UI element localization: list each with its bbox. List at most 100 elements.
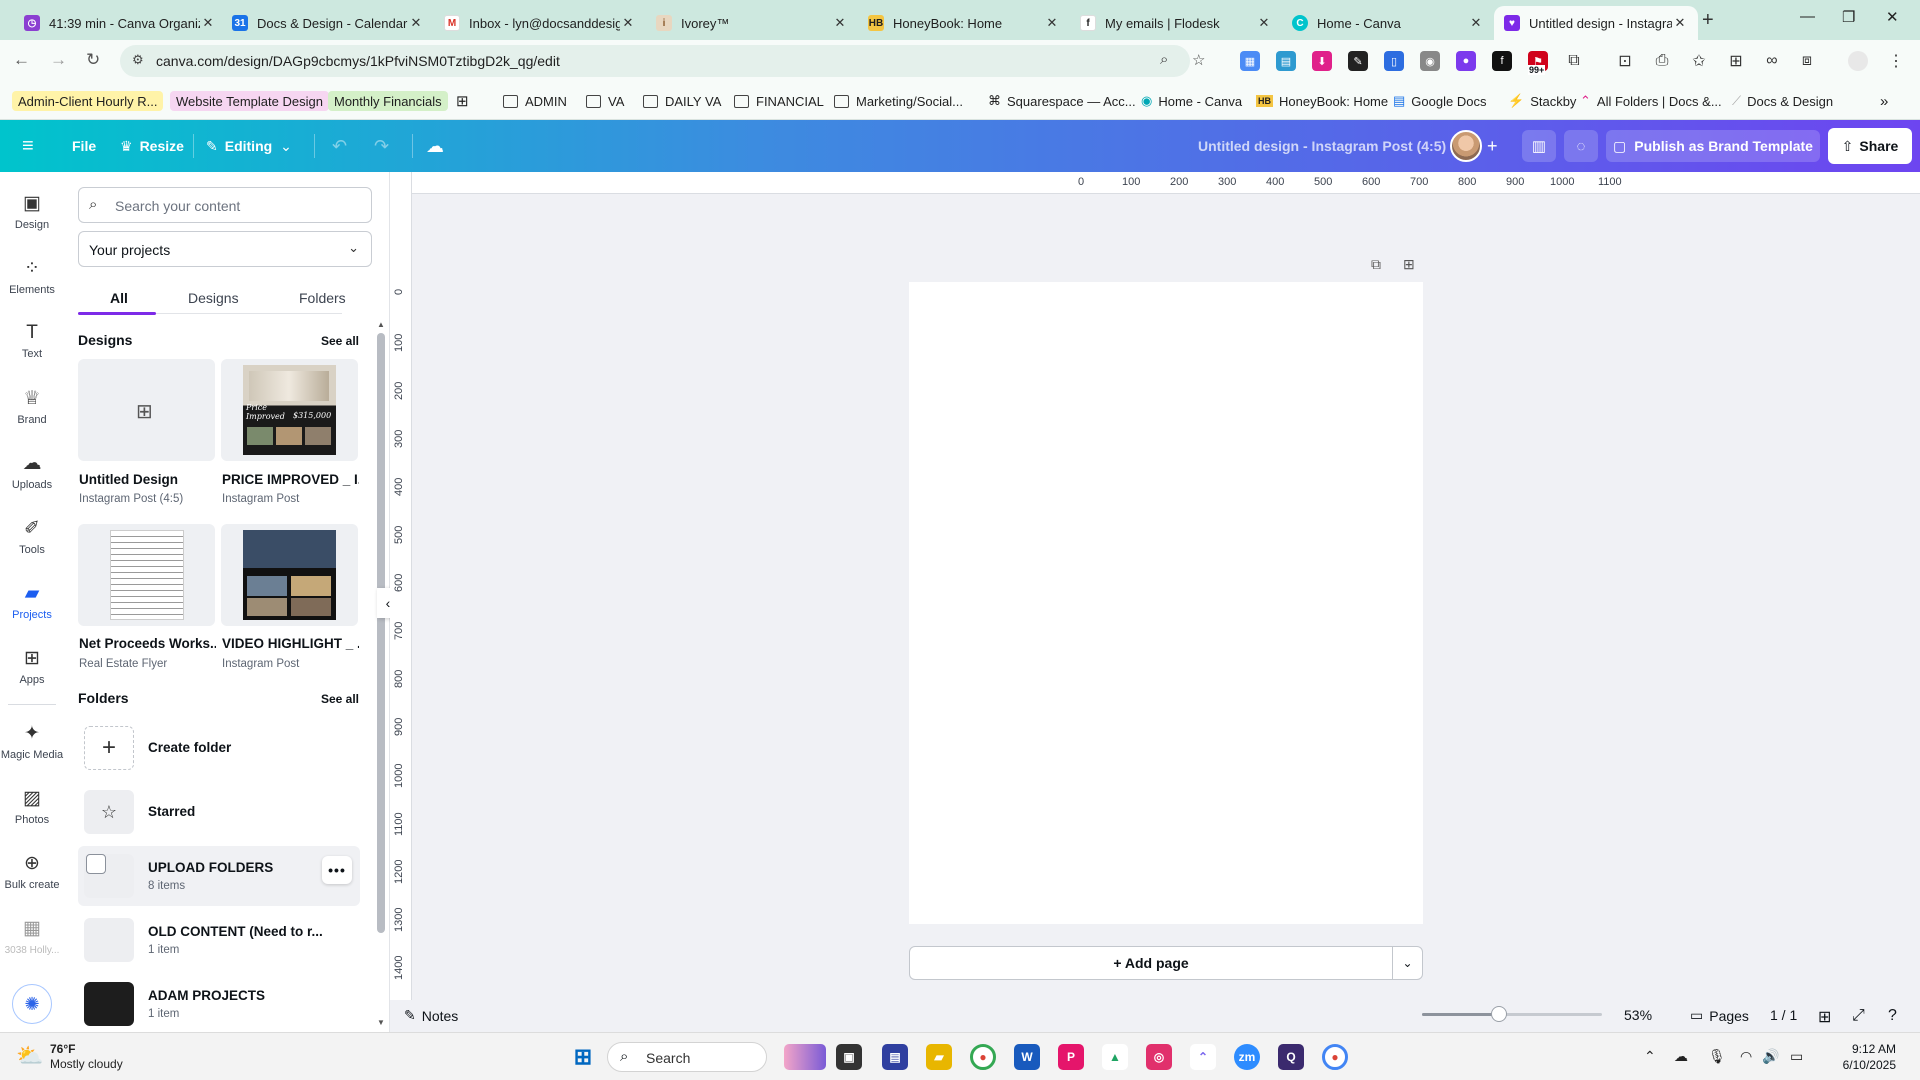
design-name[interactable]: Net Proceeds Works... [79,636,216,651]
back-icon[interactable]: ← [13,50,30,70]
pages-button[interactable]: ▭ Pages [1690,1007,1749,1024]
camera-ext-icon[interactable]: ◉ [1420,51,1440,71]
instagram-icon[interactable]: ◎ [1146,1044,1172,1070]
site-settings-icon[interactable]: ⚙ [132,52,144,68]
chrome-icon[interactable]: ● [970,1044,996,1070]
close-icon[interactable]: ✕ [620,15,636,31]
design-thumbnail[interactable] [221,524,358,626]
task-view-icon[interactable]: ▣ [836,1044,862,1070]
magic-assistant-icon[interactable]: ✺ [12,984,52,1024]
browser-tab[interactable]: M Inbox - lyn@docsanddesig ✕ [434,6,646,40]
download-ext-icon[interactable]: ⬇ [1312,51,1332,71]
bookmark[interactable]: ⌘ Squarespace — Acc... [988,91,1136,111]
browser-tab[interactable]: 31 Docs & Design - Calendar ✕ [222,6,434,40]
bookmark[interactable]: Website Template Design [170,91,329,111]
comment-icon[interactable]: ◌ [1564,130,1598,162]
apps-grid-icon[interactable]: ⊞ [456,91,469,111]
rail-item-brand[interactable]: ♕ Brand [0,387,64,426]
design-name[interactable]: Untitled Design [79,472,216,487]
google-drive-icon[interactable]: ▲ [1102,1044,1128,1070]
zoom-app-icon[interactable]: zm [1234,1044,1260,1070]
bookmark[interactable]: ▤ Google Docs [1393,91,1486,111]
bookmark[interactable]: Admin-Client Hourly R... [12,91,164,111]
bookmark[interactable]: HB HoneyBook: Home [1256,91,1388,111]
new-tab-button[interactable]: + [1702,9,1714,32]
rail-item-apps[interactable]: ⊞ Apps [0,647,64,686]
close-icon[interactable]: ✕ [200,15,216,31]
rail-item-elements[interactable]: ⁘ Elements [0,257,64,296]
close-icon[interactable]: ✕ [1256,15,1272,31]
design-thumbnail[interactable]: Price Improved $315,000 [221,359,358,461]
close-icon[interactable]: ✕ [1468,15,1484,31]
chrome-active-icon[interactable]: ● [1322,1044,1348,1070]
word-icon[interactable]: W [1014,1044,1040,1070]
resize-button[interactable]: ♛ Resize [120,120,184,172]
rail-item-tools[interactable]: ✐ Tools [0,517,64,556]
forward-icon[interactable]: → [50,50,67,70]
notes-button[interactable]: ✎ Notes [404,1007,458,1024]
select-checkbox[interactable] [86,854,106,874]
bookmark[interactable]: ⟋ Docs & Design [1732,91,1833,111]
minimize-icon[interactable]: — [1800,8,1815,25]
address-bar[interactable]: ⚙ canva.com/design/DAGp9cbcmys/1kPfviNSM… [120,45,1205,77]
docs-ext-icon[interactable]: ▯ [1384,51,1404,71]
rail-item-folder[interactable]: ▦ 3038 Holly... [0,917,64,956]
bookmark-folder[interactable]: Marketing/Social... [834,91,963,111]
folder-item[interactable]: OLD CONTENT (Need to r... 1 item [78,910,360,970]
profile-icon[interactable] [1848,51,1868,71]
weather-cloud-icon[interactable]: ⛅ [16,1043,43,1069]
grid-icon[interactable]: ⊞ [1726,51,1746,71]
reload-icon[interactable]: ↻ [86,50,100,70]
designs-see-all-link[interactable]: See all [321,334,359,348]
bookmark[interactable]: Monthly Financials [328,91,448,111]
undo-icon[interactable]: ↶ [332,120,347,172]
rail-item-design[interactable]: ▣ Design [0,192,64,231]
app-icon[interactable]: P [1058,1044,1084,1070]
volume-icon[interactable]: 🔊 [1762,1048,1779,1065]
duplicate-page-icon[interactable]: ⧉ [1371,256,1381,273]
extension-icon[interactable]: ▦ [1240,51,1260,71]
design-thumbnail[interactable] [78,524,215,626]
scrollbar-thumb[interactable] [377,333,385,933]
create-folder-button[interactable]: + Create folder [78,718,360,778]
file-menu-button[interactable]: File [72,120,96,172]
tray-overflow-icon[interactable]: ⌃ [1644,1048,1656,1065]
bookmark-folder[interactable]: DAILY VA [643,91,721,111]
clock[interactable]: 9:12 AM 6/10/2025 [1822,1041,1896,1073]
close-icon[interactable]: ✕ [832,15,848,31]
fullscreen-icon[interactable]: ⤢ [1852,1007,1865,1025]
bookmark-star-icon[interactable]: ☆ [1192,51,1205,69]
bookmark-folder[interactable]: FINANCIAL [734,91,824,111]
screenshot-icon[interactable]: ⊡ [1615,51,1635,71]
tab-folders[interactable]: Folders [299,290,346,306]
search-input[interactable]: ⌕ Search your content [78,187,372,223]
menu-kebab-icon[interactable]: ⋮ [1886,51,1906,71]
bookmark-folder[interactable]: VA [586,91,624,111]
rail-item-uploads[interactable]: ☁ Uploads [0,452,64,491]
link-icon[interactable]: ∞ [1762,51,1782,71]
help-icon[interactable]: ? [1888,1007,1897,1025]
avatar[interactable] [1450,130,1482,162]
folders-see-all-link[interactable]: See all [321,692,359,706]
wifi-icon[interactable]: ◠ [1740,1048,1752,1065]
publish-brand-template-button[interactable]: ▢ Publish as Brand Template [1606,130,1820,162]
bookmark[interactable]: ⚡ Stackby [1508,91,1576,111]
more-options-icon[interactable]: ••• [322,856,352,884]
printer-ext-icon[interactable]: ▤ [1276,51,1296,71]
browser-tab[interactable]: C Home - Canva ✕ [1282,6,1494,40]
browser-tab[interactable]: i Ivorey™ ✕ [646,6,858,40]
scroll-down-icon[interactable]: ▼ [377,1018,385,1027]
battery-icon[interactable]: ▭ [1790,1048,1803,1065]
browser-tab-active[interactable]: ♥ Untitled design - Instagram ✕ [1494,6,1698,40]
invite-plus-icon[interactable]: + [1487,120,1498,172]
editing-mode-dropdown[interactable]: ✎ Editing ⌄ [206,120,292,172]
redo-icon[interactable]: ↷ [374,120,389,172]
star-list-icon[interactable]: ✩ [1689,51,1709,71]
zoom-level[interactable]: 53% [1624,1007,1652,1023]
tab-search-icon[interactable]: ⧈ [1797,51,1817,71]
menu-hamburger-icon[interactable]: ≡ [22,120,34,172]
add-page-button[interactable]: + Add page [909,946,1393,980]
rail-item-magic-media[interactable]: ✦ Magic Media [0,722,64,761]
eyedropper-ext-icon[interactable]: ✎ [1348,51,1368,71]
bookmark[interactable]: ◉ Home - Canva [1141,91,1242,111]
